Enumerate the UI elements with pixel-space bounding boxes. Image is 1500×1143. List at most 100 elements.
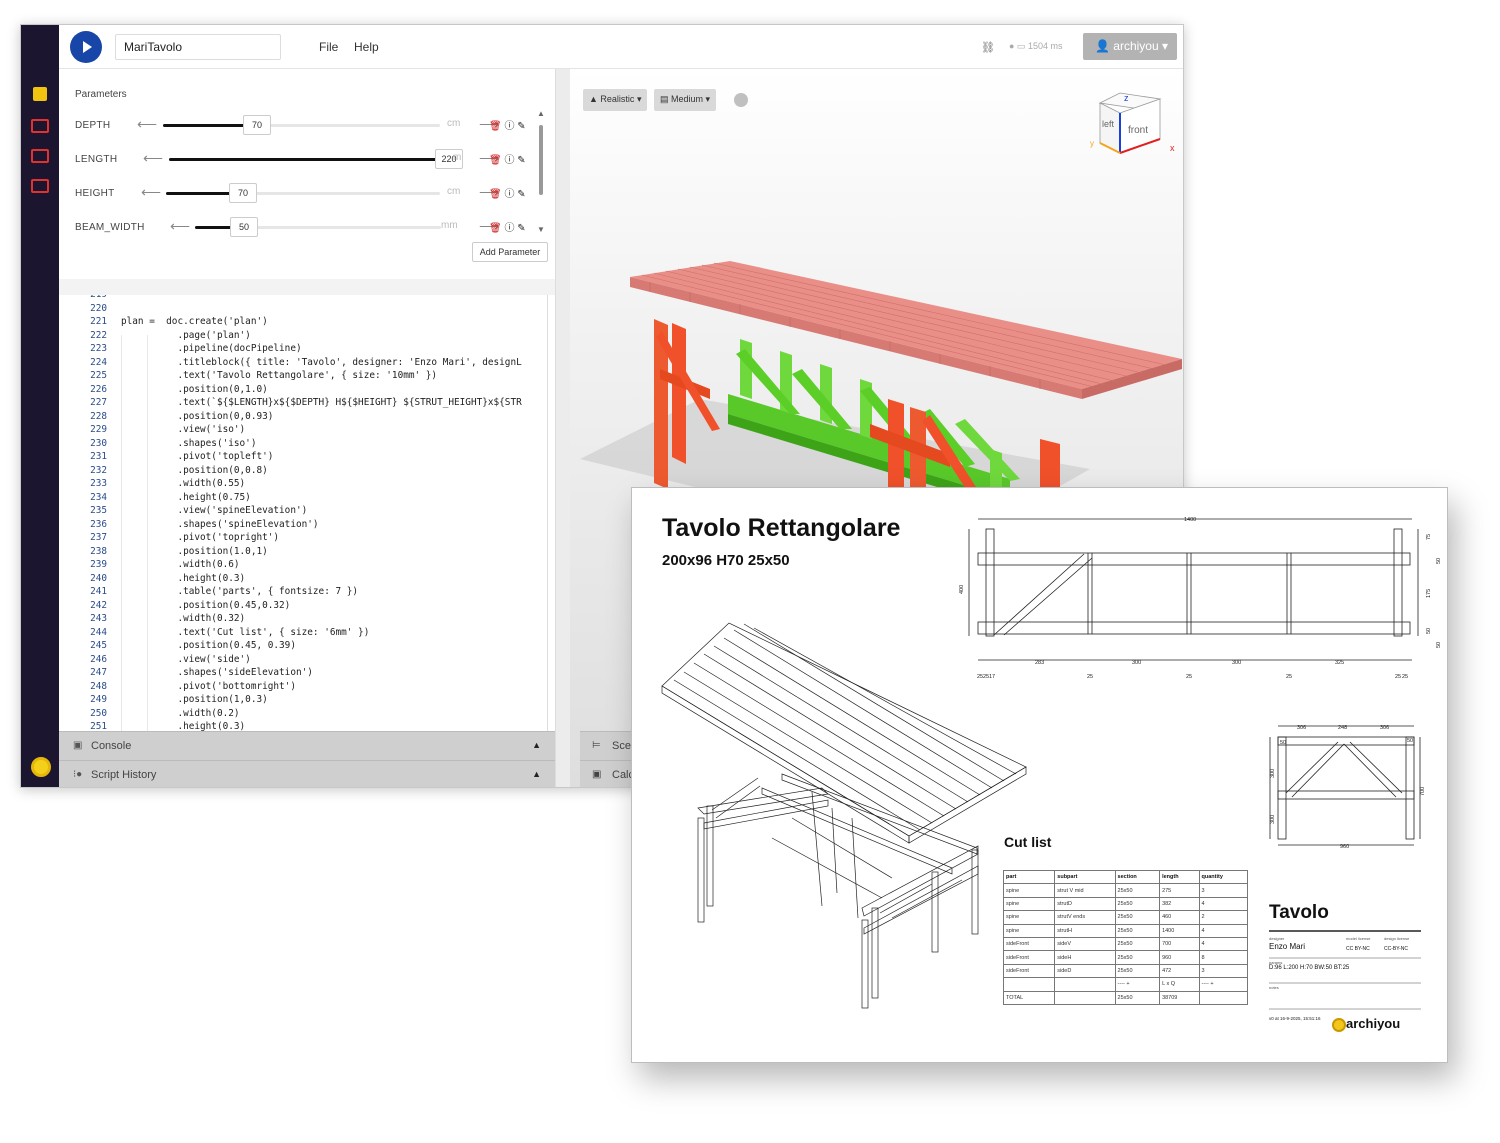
- code-line[interactable]: .position(0.45, 0.39): [121, 639, 522, 653]
- parameter-slider[interactable]: 220: [169, 149, 463, 169]
- line-number: 229: [90, 424, 107, 435]
- edit-pencil-icon[interactable]: ✎: [517, 155, 525, 166]
- add-parameter-button[interactable]: Add Parameter: [472, 242, 548, 262]
- help-menu[interactable]: Help: [354, 40, 379, 54]
- code-line[interactable]: .height(0.3): [121, 720, 522, 731]
- code-line[interactable]: .page('plan'): [121, 329, 522, 343]
- code-line[interactable]: plan = doc.create('plan'): [121, 315, 522, 329]
- code-line[interactable]: .pivot('topright'): [121, 531, 522, 545]
- dim-side-top-0: 306: [1297, 725, 1306, 731]
- code-line[interactable]: .position(0,0.8): [121, 464, 522, 478]
- decrement-arrow-icon[interactable]: ⟵: [170, 218, 190, 235]
- scene-icon: ⊨: [592, 740, 601, 751]
- code-text[interactable]: plan = doc.create('plan') .page('plan') …: [121, 295, 522, 731]
- trash-icon[interactable]: 🗑: [489, 155, 502, 166]
- edit-pencil-icon[interactable]: ✎: [517, 121, 525, 132]
- code-line[interactable]: [121, 302, 522, 316]
- info-icon[interactable]: ⓘ: [504, 121, 514, 132]
- project-name-input[interactable]: [115, 34, 281, 60]
- code-line[interactable]: .shapes('iso'): [121, 437, 522, 451]
- info-icon[interactable]: ⓘ: [504, 155, 514, 166]
- parameter-slider[interactable]: 50: [195, 217, 441, 237]
- run-button[interactable]: [70, 31, 102, 63]
- code-line[interactable]: .view('spineElevation'): [121, 504, 522, 518]
- script-history-bar[interactable]: ⁝● Script History ▲: [59, 760, 555, 787]
- table-cell: 8: [1198, 950, 1249, 965]
- cube-front-label: front: [1128, 125, 1148, 136]
- line-number: 241: [90, 586, 107, 597]
- code-line[interactable]: .width(0.32): [121, 612, 522, 626]
- view-cube[interactable]: z left front y x: [1090, 91, 1180, 171]
- designer-caption: designer: [1269, 936, 1285, 941]
- code-line[interactable]: .pivot('topleft'): [121, 450, 522, 464]
- parameters-scrollbar[interactable]: [539, 125, 543, 195]
- code-scrollbar[interactable]: [547, 295, 548, 731]
- code-line[interactable]: .width(0.55): [121, 477, 522, 491]
- code-line[interactable]: .position(0,0.93): [121, 410, 522, 424]
- dim-overall: 1400: [1184, 517, 1196, 523]
- file-menu[interactable]: File: [319, 40, 338, 54]
- trash-icon[interactable]: 🗑: [489, 223, 502, 234]
- code-line[interactable]: .view('iso'): [121, 423, 522, 437]
- code-editor[interactable]: 2192202212222232242252262272282292302312…: [59, 295, 555, 731]
- pane-splitter[interactable]: [555, 69, 570, 787]
- code-line[interactable]: .width(0.6): [121, 558, 522, 572]
- table-cell: [1054, 990, 1116, 1005]
- info-icon[interactable]: ⓘ: [504, 223, 514, 234]
- parameter-slider[interactable]: 70: [166, 183, 440, 203]
- cube-left-label: left: [1102, 119, 1115, 129]
- edit-pencil-icon[interactable]: ✎: [517, 223, 525, 234]
- slider-value-box[interactable]: 70: [243, 115, 271, 135]
- code-line[interactable]: .text('Tavolo Rettangolare', { size: '10…: [121, 369, 522, 383]
- media-icon[interactable]: [31, 149, 49, 163]
- line-number: 251: [90, 721, 107, 731]
- code-line[interactable]: .position(1.0,1): [121, 545, 522, 559]
- code-line[interactable]: .text(`${$LENGTH}x${$DEPTH} H${$HEIGHT} …: [121, 396, 521, 410]
- line-numbers: 2192202212222232242252262272282292302312…: [67, 295, 107, 731]
- decrement-arrow-icon[interactable]: ⟵: [141, 184, 161, 201]
- link-icon[interactable]: ⛓: [981, 41, 995, 54]
- code-line[interactable]: .table('parts', { fontsize: 7 }): [121, 585, 522, 599]
- code-line[interactable]: .pivot('bottomright'): [121, 680, 522, 694]
- layout-icon[interactable]: [31, 119, 49, 133]
- console-panel-bar[interactable]: ▣ Console ▲: [59, 731, 555, 760]
- slider-value-box[interactable]: 70: [229, 183, 257, 203]
- library-icon[interactable]: [31, 179, 49, 193]
- code-line[interactable]: .shapes('sideElevation'): [121, 666, 522, 680]
- scroll-down-icon[interactable]: ▼: [537, 225, 545, 234]
- dim-right-1: 50: [1436, 558, 1442, 564]
- info-icon[interactable]: ⓘ: [504, 189, 514, 200]
- code-line[interactable]: .position(1,0.3): [121, 693, 522, 707]
- slider-value-box[interactable]: 50: [230, 217, 258, 237]
- scroll-up-icon[interactable]: ▲: [537, 109, 545, 118]
- line-number: 225: [90, 370, 107, 381]
- line-number: 246: [90, 653, 107, 665]
- decrement-arrow-icon[interactable]: ⟵: [137, 116, 157, 133]
- code-editor-icon[interactable]: [33, 87, 47, 101]
- line-number: 250: [90, 707, 107, 719]
- code-line[interactable]: .titleblock({ title: 'Tavolo', designer:…: [121, 356, 521, 370]
- code-line[interactable]: .view('side'): [121, 653, 522, 667]
- code-line[interactable]: .pipeline(docPipeline): [121, 342, 522, 356]
- table-row: spine strutH 25x50 1400 4: [1002, 923, 1249, 938]
- code-line[interactable]: .width(0.2): [121, 707, 522, 721]
- code-line[interactable]: .shapes('spineElevation'): [121, 518, 522, 532]
- trash-icon[interactable]: 🗑: [489, 121, 502, 132]
- trash-icon[interactable]: 🗑: [489, 189, 502, 200]
- table-row: TOTAL 25x50 38709: [1002, 990, 1249, 1005]
- code-line[interactable]: .text('Cut list', { size: '6mm' }): [121, 626, 522, 640]
- chevron-up-icon[interactable]: ▲: [532, 740, 541, 750]
- script-history-label: Script History: [91, 769, 157, 781]
- code-line[interactable]: .position(0.45,0.32): [121, 599, 522, 613]
- axis-y-label: y: [1090, 139, 1094, 148]
- parameter-slider[interactable]: 70: [163, 115, 440, 135]
- decrement-arrow-icon[interactable]: ⟵: [143, 150, 163, 167]
- edit-pencil-icon[interactable]: ✎: [517, 189, 525, 200]
- code-line[interactable]: .height(0.3): [121, 572, 522, 586]
- table-cell: spine: [1002, 896, 1056, 912]
- user-menu-button[interactable]: 👤 archiyou ▾: [1083, 33, 1177, 60]
- code-line[interactable]: .height(0.75): [121, 491, 522, 505]
- chevron-up-icon[interactable]: ▲: [532, 769, 541, 779]
- code-line[interactable]: .position(0,1.0): [121, 383, 522, 397]
- parameter-row-depth: DEPTH ⟵ 70 cm ⟶ 🗑 ⓘ ✎: [65, 111, 555, 139]
